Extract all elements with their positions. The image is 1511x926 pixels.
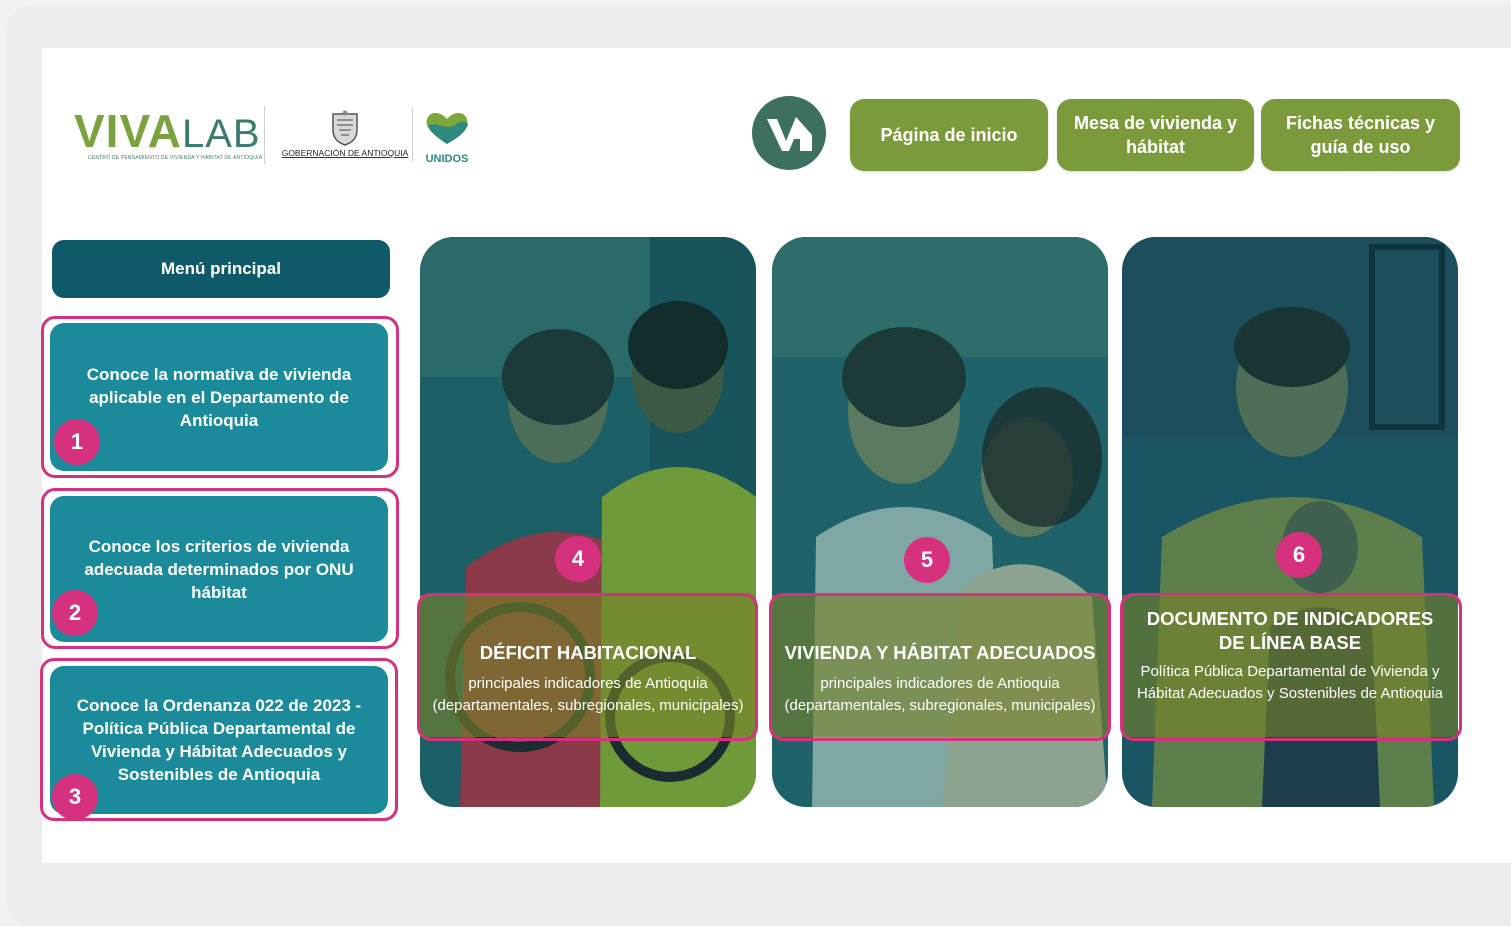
menu-item-label: Conoce los criterios de vivienda adecuad… <box>84 536 354 602</box>
card-subtitle: principales indicadores de Antioquia (de… <box>432 675 744 714</box>
card-band: DÉFICIT HABITACIONAL principales indicad… <box>420 595 756 737</box>
unidos-logo: UNIDOS <box>420 110 474 165</box>
step-badge: 6 <box>1276 532 1322 578</box>
menu-item-label: Conoce la Ordenanza 022 de 2023 - Políti… <box>76 696 362 784</box>
card-title: DÉFICIT HABITACIONAL <box>479 642 697 663</box>
menu-item-criterios[interactable]: Conoce los criterios de vivienda adecuad… <box>50 496 388 642</box>
nav-fichas-button[interactable]: Fichas técnicas y guía de uso <box>1261 99 1460 171</box>
step-badge: 3 <box>52 774 98 820</box>
card-title: DOCUMENTO DE INDICADORES DE LÍNEA BASE <box>1146 608 1434 653</box>
menu-title: Menú principal <box>52 240 390 298</box>
card-title: VIVIENDA Y HÁBITAT ADECUADOS <box>784 642 1096 663</box>
logo-divider <box>412 108 413 162</box>
card-deficit-habitacional[interactable]: DÉFICIT HABITACIONAL principales indicad… <box>420 237 756 807</box>
card-band: VIVIENDA Y HÁBITAT ADECUADOS principales… <box>772 595 1108 737</box>
home-logo-button[interactable] <box>752 96 826 170</box>
card-indicadores-linea-base[interactable]: DOCUMENTO DE INDICADORES DE LÍNEA BASE P… <box>1122 237 1458 807</box>
nav-home-button[interactable]: Página de inicio <box>850 99 1048 171</box>
step-badge: 4 <box>555 536 601 582</box>
vivalab-logo-tagline: CENTRO DE PENSAMIENTO DE VIVIENDA Y HÁBI… <box>88 155 263 161</box>
vivalab-logo-main: VIVA <box>74 105 182 157</box>
card-band: DOCUMENTO DE INDICADORES DE LÍNEA BASE P… <box>1122 595 1458 737</box>
nav-home-label: Página de inicio <box>880 125 1018 145</box>
card-vivienda-habitat[interactable]: VIVIENDA Y HÁBITAT ADECUADOS principales… <box>772 237 1108 807</box>
card-subtitle: principales indicadores de Antioquia (de… <box>784 675 1096 714</box>
step-badge: 2 <box>52 590 98 636</box>
logo-divider <box>264 106 265 164</box>
menu-item-normativa[interactable]: Conoce la normativa de vivienda aplicabl… <box>50 323 388 471</box>
step-badge: 5 <box>904 537 950 583</box>
vivalab-logo-lab: LAB <box>181 112 261 156</box>
nav-mesa-button[interactable]: Mesa de vivienda y hábitat <box>1057 99 1254 171</box>
vivalab-home-icon <box>767 117 812 151</box>
menu-item-ordenanza[interactable]: Conoce la Ordenanza 022 de 2023 - Políti… <box>50 666 388 814</box>
step-badge: 1 <box>54 419 100 465</box>
gobernacion-logo: GOBERNACIÓN DE ANTIOQUIA <box>280 110 410 164</box>
vivalab-logo: VIVALAB CENTRO DE PENSAMIENTO DE VIVIEND… <box>74 105 262 162</box>
nav-mesa-label: Mesa de vivienda y hábitat <box>1073 113 1238 157</box>
gobernacion-label: GOBERNACIÓN DE ANTIOQUIA <box>281 148 409 158</box>
menu-item-label: Conoce la normativa de vivienda aplicabl… <box>86 364 352 430</box>
unidos-heart-icon <box>426 113 468 144</box>
unidos-label: UNIDOS <box>425 153 469 165</box>
gobernacion-seal-icon <box>332 110 358 146</box>
menu-title-label: Menú principal <box>161 259 281 278</box>
nav-fichas-label: Fichas técnicas y guía de uso <box>1285 113 1436 157</box>
card-subtitle: Política Pública Departamental de Vivien… <box>1136 663 1444 702</box>
